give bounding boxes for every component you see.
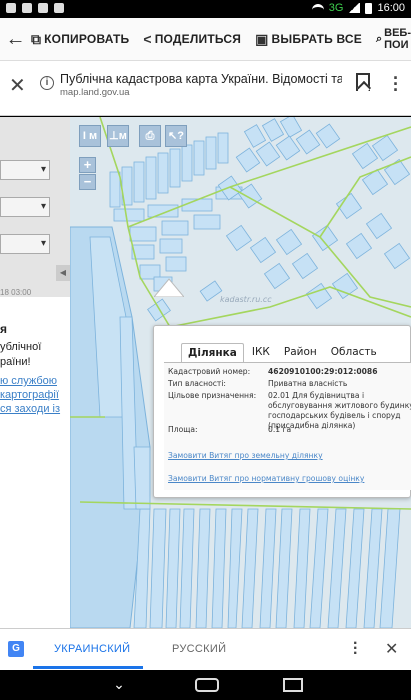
battery-icon: [365, 2, 373, 14]
select-all-icon: ▣: [255, 30, 269, 47]
web-search-button[interactable]: ⌕ ВЕБ- ПОИ: [376, 27, 411, 51]
order-valuation-extract-link[interactable]: Замовити Витяг про нормативну грошову оц…: [168, 474, 364, 483]
parcel-info-popup: Ділянка ІКК Район Область Кадастровий но…: [153, 325, 411, 498]
clock: 16:00: [377, 2, 405, 14]
news-text: ублічної раїни!: [0, 340, 41, 370]
web-search-label: ВЕБ-: [384, 27, 411, 39]
news-heading: я: [0, 322, 8, 336]
search-icon: ⌕: [375, 33, 383, 45]
select-all-label: ВЫБРАТЬ ВСЕ: [271, 32, 362, 46]
row-key: Тип власності:: [168, 379, 226, 388]
row-key: Цільове призначення:: [168, 391, 257, 400]
page-title: Публічна кадастрова карта України. Відом…: [60, 72, 342, 86]
popup-pointer: [154, 278, 184, 297]
recent-apps-icon[interactable]: [283, 678, 303, 692]
identify-cursor-icon[interactable]: ↖?: [165, 125, 187, 147]
share-button[interactable]: < ПОДЕЛИТЬСЯ: [143, 31, 241, 47]
notification-icon: [6, 3, 16, 13]
bookmark-icon[interactable]: [356, 73, 370, 91]
news-link[interactable]: ю службою картографії ся заходи із: [0, 374, 60, 416]
system-navigation-bar: ⌄: [0, 670, 411, 700]
home-nav-icon[interactable]: [195, 678, 219, 692]
back-nav-icon[interactable]: ⌄: [108, 677, 130, 691]
collapse-panel-handle[interactable]: ◀: [56, 265, 70, 281]
page-url[interactable]: map.land.gov.ua: [60, 87, 130, 98]
custom-tab-toolbar: ✕ i Публічна кадастрова карта України. В…: [0, 61, 411, 116]
news-text-line: ублічної: [0, 341, 42, 353]
measure-area-tool[interactable]: ⊥м: [107, 125, 129, 147]
overflow-menu-icon[interactable]: · · ·: [393, 69, 399, 99]
row-key: Кадастровий номер:: [168, 367, 251, 376]
network-type: 3G: [328, 2, 344, 14]
back-arrow-icon[interactable]: ←: [0, 28, 31, 51]
tab-region[interactable]: Область: [325, 343, 383, 362]
news-link-line[interactable]: ю службою: [0, 374, 60, 388]
google-translate-icon: G: [8, 641, 24, 657]
parcel-details: Кадастровий номер: 4620910100:29:012:008…: [164, 362, 411, 490]
measure-line-tool[interactable]: I м: [79, 125, 101, 147]
translate-close-icon[interactable]: ✕: [385, 639, 398, 659]
map-watermark: kadastr.ru.cc: [220, 295, 272, 304]
cadastral-number-value: 4620910100:29:012:0086: [268, 367, 378, 376]
dropdown-select[interactable]: [0, 160, 50, 180]
close-icon[interactable]: ✕: [9, 73, 26, 98]
dropdown-select[interactable]: [0, 234, 50, 254]
zoom-in-button[interactable]: +: [79, 157, 96, 173]
copy-label: КОПИРОВАТЬ: [44, 32, 130, 46]
language-ukrainian-tab[interactable]: УКРАИНСКИЙ: [54, 643, 130, 655]
dropdown-select[interactable]: [0, 197, 50, 217]
order-parcel-extract-link[interactable]: Замовити Витяг про земельну ділянку: [168, 451, 323, 460]
ownership-value: Приватна власність: [268, 379, 348, 388]
info-icon[interactable]: i: [40, 76, 54, 90]
notification-icons: [6, 3, 64, 13]
wifi-icon: [311, 3, 324, 13]
news-link-line[interactable]: картографії: [0, 388, 60, 402]
news-link-line[interactable]: ся заходи із: [0, 402, 60, 416]
tab-parcel[interactable]: Ділянка: [181, 343, 244, 362]
web-content: ◀ 18 03:00 я ублічної раїни! ю службою к…: [0, 117, 411, 628]
zoom-out-button[interactable]: −: [79, 174, 96, 190]
area-value: 0.1 га: [268, 425, 292, 434]
print-icon[interactable]: ⎙: [139, 125, 161, 147]
tab-district[interactable]: Район: [278, 343, 323, 362]
copy-button[interactable]: ⧉ КОПИРОВАТЬ: [31, 31, 129, 48]
select-all-button[interactable]: ▣ ВЫБРАТЬ ВСЕ: [255, 31, 362, 48]
notification-icon: [54, 3, 64, 13]
news-text-line: раїни!: [0, 356, 31, 368]
row-key: Площа:: [168, 425, 198, 434]
cadastral-map[interactable]: kadastr.ru.cc I м ⊥м ⎙ ↖? + − Ділянка ІК…: [70, 117, 411, 628]
notification-icon: [38, 3, 48, 13]
news-date: 18 03:00: [0, 288, 32, 297]
left-sidebar: ◀ 18 03:00 я ублічної раїни! ю службою к…: [0, 117, 70, 628]
share-icon: <: [143, 31, 152, 47]
translate-more-icon[interactable]: · · ·: [353, 636, 358, 662]
tab-ikk[interactable]: ІКК: [246, 343, 276, 362]
copy-icon: ⧉: [30, 30, 42, 47]
web-search-label: ПОИ: [384, 39, 409, 51]
translate-bar: G УКРАИНСКИЙ РУССКИЙ · · · ✕: [0, 628, 411, 670]
notification-icon: [22, 3, 32, 13]
text-selection-toolbar: ← ⧉ КОПИРОВАТЬ < ПОДЕЛИТЬСЯ ▣ ВЫБРАТЬ ВС…: [0, 18, 411, 61]
popup-tabs: Ділянка ІКК Район Область: [181, 343, 385, 362]
share-label: ПОДЕЛИТЬСЯ: [154, 32, 242, 46]
selected-language-indicator: [33, 666, 143, 669]
language-russian-tab[interactable]: РУССКИЙ: [172, 643, 226, 655]
status-bar: 3G 16:00: [0, 0, 411, 18]
signal-icon: [348, 3, 361, 13]
